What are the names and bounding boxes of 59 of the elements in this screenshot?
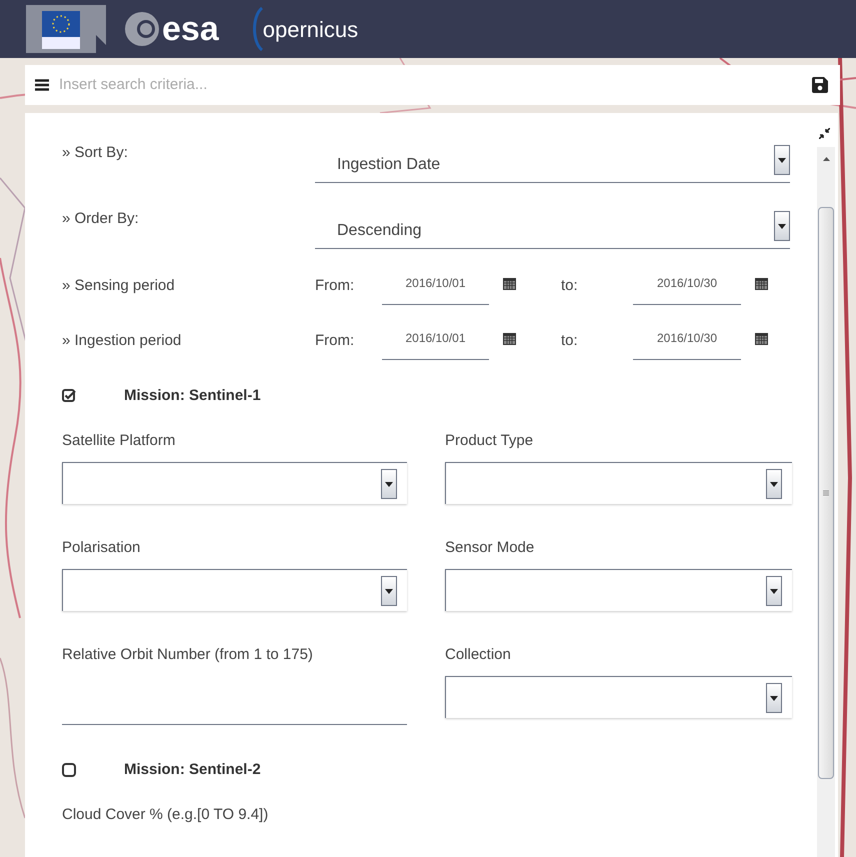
select-field[interactable]: Ingestion Date [315,143,790,183]
select-field[interactable] [445,569,792,611]
caret-icon [770,482,778,486]
caret-icon [778,224,786,228]
field-label: Polarisation [62,538,142,558]
caret-icon [385,482,393,486]
scrollbar-thumb[interactable] [818,207,834,779]
dropdown-button[interactable] [381,576,397,606]
field-label: Satellite Platform [62,431,176,451]
calendar-icon[interactable] [503,332,516,345]
search-bar[interactable]: Insert search criteria... [25,65,840,105]
select-field[interactable] [62,569,407,611]
mission-title: Mission: Sentinel-2 [124,760,261,780]
from-label: From: [315,276,356,296]
field-label: Product Type [445,431,534,451]
select-field[interactable]: Descending [315,209,790,249]
globe-logo [124,11,160,47]
sort-label: » Order By: [62,209,140,229]
to-label: to: [561,276,579,296]
from-label: From: [315,331,356,351]
date-field[interactable]: 2016/10/30 [633,274,741,305]
select-field[interactable] [445,462,792,504]
scrollbar[interactable] [817,147,835,857]
calendar-icon[interactable] [503,277,516,290]
dropdown-button[interactable] [766,576,782,606]
dropdown-button[interactable] [774,211,790,241]
dropdown-button[interactable] [766,469,782,499]
field-label: Sensor Mode [445,538,536,558]
menu-icon[interactable] [35,79,49,91]
collapse-icon[interactable] [819,128,830,139]
dropdown-button[interactable] [766,683,782,713]
dropdown-button[interactable] [774,145,790,175]
save-icon[interactable] [812,77,828,93]
date-field[interactable]: 2016/10/30 [633,329,741,360]
copernicus-logo-text: opernicus [262,16,358,44]
date-field[interactable]: 2016/10/01 [382,329,489,360]
checkbox-checked-icon[interactable] [62,389,76,403]
field-label: Collection [445,645,512,665]
dropdown-button[interactable] [381,469,397,499]
calendar-icon[interactable] [755,277,768,290]
caret-icon [385,588,393,594]
scroll-up-icon[interactable] [822,157,830,161]
field-label: Cloud Cover % (e.g.[0 TO 9.4]) [62,805,270,825]
search-field[interactable]: Insert search criteria... [59,74,812,96]
caret-icon [770,696,778,700]
calendar-icon[interactable] [755,332,768,345]
select-field[interactable] [62,462,407,504]
mission-title: Mission: Sentinel-1 [124,386,261,406]
esa-logo-text: esa [162,12,219,46]
caret-icon [778,158,786,162]
checkbox-icon[interactable] [62,763,76,777]
to-label: to: [561,331,579,351]
period-label: » Ingestion period [62,331,182,351]
caret-icon [770,588,778,594]
date-field[interactable]: 2016/10/01 [382,274,489,305]
field-label: Relative Orbit Number (from 1 to 175) [62,645,314,665]
select-field[interactable] [445,676,792,718]
sort-label: » Sort By: [62,143,129,163]
period-label: » Sensing period [62,276,176,296]
